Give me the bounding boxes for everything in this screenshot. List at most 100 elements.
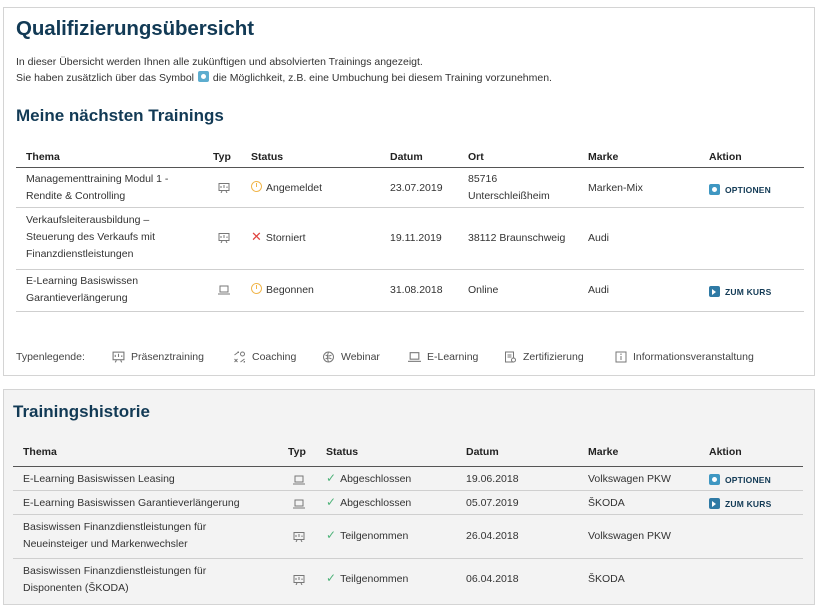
row-status: Angemeldet — [251, 180, 322, 197]
check-icon: ✓ — [326, 528, 337, 542]
options-button[interactable]: OPTIONEN — [709, 474, 771, 485]
type-legend: Typenlegende: Präsenztraining Coaching W… — [16, 351, 806, 367]
gear-icon — [197, 71, 209, 82]
thema-line: Neueinsteiger und Markenwechsler — [23, 538, 188, 550]
laptop-icon — [218, 285, 230, 295]
table-header: Thema Typ Status Datum Marke Aktion — [13, 440, 803, 467]
col-thema: Thema — [23, 446, 57, 458]
table-row: Basiswissen Finanzdienstleistungen für N… — [13, 515, 803, 559]
action-label: OPTIONEN — [725, 474, 771, 485]
certificate-icon — [505, 351, 516, 363]
row-status: Begonnen — [251, 282, 314, 299]
col-marke: Marke — [588, 151, 619, 163]
legend-label: Typenlegende: — [16, 351, 85, 363]
zum-kurs-button[interactable]: ZUM KURS — [709, 498, 771, 509]
webinar-icon — [323, 351, 334, 363]
next-trainings-title: Meine nächsten Trainings — [16, 106, 224, 125]
col-datum: Datum — [390, 151, 423, 163]
row-thema: E-Learning Basiswissen Leasing — [23, 473, 175, 485]
col-status: Status — [326, 446, 359, 458]
table-row: E-Learning Basiswissen Garantieverlänger… — [16, 270, 804, 312]
status-text: Angemeldet — [266, 182, 323, 194]
options-button[interactable]: OPTIONEN — [709, 184, 771, 195]
legend-item-informationsveranstaltung: Informationsveranstaltung — [615, 351, 754, 363]
col-aktion: Aktion — [709, 446, 742, 458]
col-datum: Datum — [466, 446, 499, 458]
laptop-icon — [293, 499, 305, 509]
status-text: Storniert — [265, 232, 306, 244]
table-row: Verkaufsleiterausbildung – Steuerung des… — [16, 208, 804, 270]
table-row: E-Learning Basiswissen Leasing ✓ Abgeschl… — [13, 467, 803, 491]
check-icon: ✓ — [326, 495, 337, 509]
thema-line: Basiswissen Finanzdienstleistungen für — [23, 565, 207, 577]
clock-icon — [251, 283, 262, 294]
praesenztraining-icon — [293, 575, 305, 585]
thema-line: Verkaufsleiterausbildung – — [26, 214, 150, 226]
row-datum: 23.07.2019 — [390, 182, 443, 194]
row-thema: Basiswissen Finanzdienstleistungen für N… — [23, 519, 206, 553]
row-ort: 38112 Braunschweig — [468, 232, 566, 244]
gear-icon — [709, 184, 720, 195]
col-ort: Ort — [468, 151, 484, 163]
status-text: Teilgenommen — [340, 573, 409, 585]
row-thema: Managementtraining Modul 1 - Rendite & C… — [26, 171, 168, 205]
row-datum: 06.04.2018 — [466, 573, 519, 585]
col-aktion: Aktion — [709, 151, 742, 163]
intro-text-line-1: In dieser Übersicht werden Ihnen alle zu… — [16, 56, 423, 68]
row-datum: 19.06.2018 — [466, 473, 519, 485]
legend-item-zertifizierung: Zertifizierung — [504, 351, 584, 363]
action-label: ZUM KURS — [725, 498, 772, 509]
legend-item-webinar: Webinar — [322, 351, 380, 363]
action-label: OPTIONEN — [725, 184, 771, 195]
legend-item-label: Präsenztraining — [131, 351, 204, 363]
gear-icon — [709, 474, 720, 485]
row-status: ✓ Abgeschlossen — [326, 471, 411, 488]
row-thema: E-Learning Basiswissen Garantieverlänger… — [23, 497, 240, 509]
table-header: Thema Typ Status Datum Ort Marke Aktion — [16, 146, 804, 168]
ort-line: 85716 — [468, 173, 498, 185]
legend-item-praesenztraining: Präsenztraining — [112, 351, 204, 363]
praesenztraining-icon — [218, 233, 230, 243]
row-ort: 85716 Unterschleißheim — [468, 171, 550, 205]
row-ort: Online — [468, 284, 499, 296]
thema-line: Basiswissen Finanzdienstleistungen für — [23, 521, 207, 533]
row-marke: Marken-Mix — [588, 182, 643, 194]
row-thema: E-Learning Basiswissen Garantieverlänger… — [26, 273, 138, 307]
legend-item-label: Coaching — [252, 351, 297, 363]
intro-text-after: die Möglichkeit, z.B. eine Umbuchung bei… — [212, 72, 552, 84]
table-row: E-Learning Basiswissen Garantieverlänger… — [13, 491, 803, 515]
training-history-title: Trainingshistorie — [13, 402, 150, 421]
training-history-panel: Trainingshistorie Thema Typ Status Datum… — [3, 389, 815, 605]
legend-item-label: Informationsveranstaltung — [633, 351, 754, 363]
row-thema: Basiswissen Finanzdienstleistungen für D… — [23, 563, 206, 597]
row-marke: Volkswagen PKW — [588, 530, 671, 542]
training-history-table: Thema Typ Status Datum Marke Aktion E-Le… — [13, 440, 803, 599]
laptop-icon — [408, 352, 421, 362]
check-icon: ✓ — [326, 571, 337, 585]
intro-text-line-2: Sie haben zusätzlich über das Symbol die… — [16, 71, 552, 84]
praesenztraining-icon — [112, 351, 125, 363]
coaching-icon — [234, 351, 245, 363]
zum-kurs-button[interactable]: ZUM KURS — [709, 286, 771, 297]
row-status: ✕ Storniert — [251, 230, 306, 247]
col-typ: Typ — [213, 151, 231, 163]
praesenztraining-icon — [293, 532, 305, 542]
row-datum: 19.11.2019 — [390, 232, 442, 244]
legend-item-e-learning: E-Learning — [408, 351, 478, 363]
qualification-overview-panel: Qualifizierungsübersicht In dieser Übers… — [3, 7, 815, 376]
row-status: ✓ Teilgenommen — [326, 571, 408, 588]
clock-icon — [251, 181, 262, 192]
legend-item-label: Zertifizierung — [523, 351, 584, 363]
legend-item-label: Webinar — [341, 351, 380, 363]
col-typ: Typ — [288, 446, 306, 458]
row-status: ✓ Abgeschlossen — [326, 495, 411, 512]
next-trainings-table: Thema Typ Status Datum Ort Marke Aktion … — [16, 146, 804, 312]
row-marke: Volkswagen PKW — [588, 473, 671, 485]
praesenztraining-icon — [218, 183, 230, 193]
table-row: Basiswissen Finanzdienstleistungen für D… — [13, 559, 803, 599]
thema-line: Managementtraining Modul 1 - — [26, 173, 169, 185]
row-datum: 05.07.2019 — [466, 497, 519, 509]
check-icon: ✓ — [326, 471, 337, 485]
thema-line: Steuerung des Verkaufs mit — [26, 231, 155, 243]
row-status: ✓ Teilgenommen — [326, 528, 408, 545]
